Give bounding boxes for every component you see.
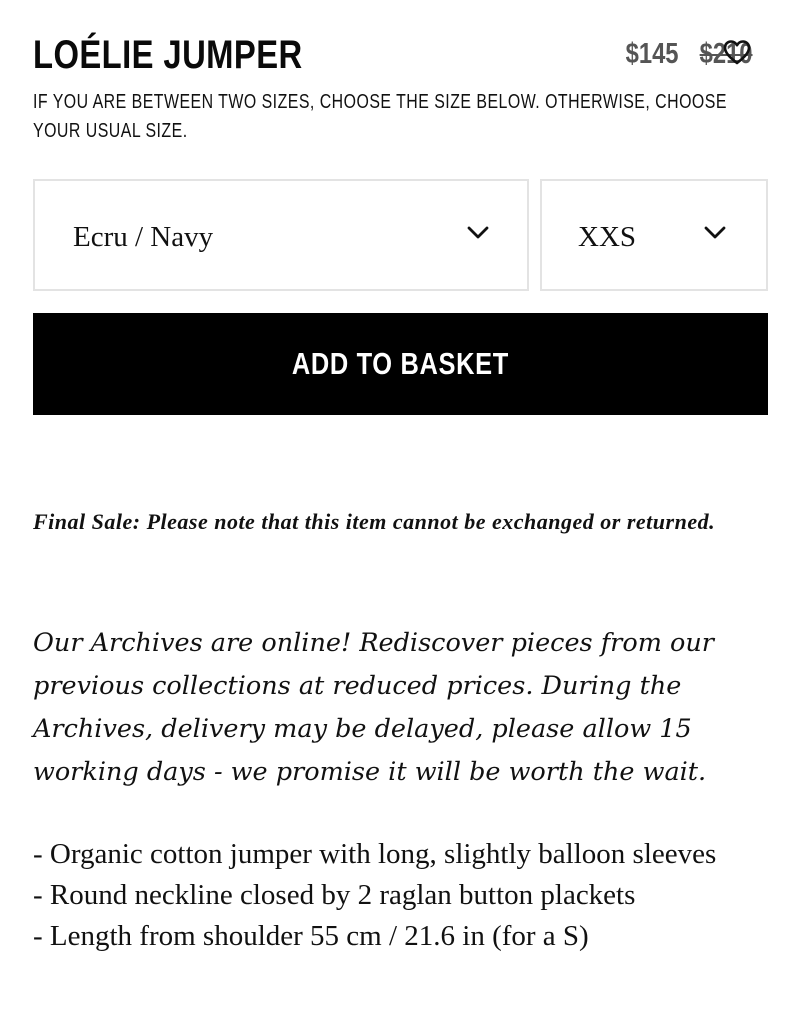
add-to-basket-button[interactable]: ADD TO BASKET <box>33 313 768 415</box>
size-select[interactable]: XXS <box>540 179 768 291</box>
product-title: LOÉLIE JUMPER <box>33 33 303 77</box>
final-sale-notice: Final Sale: Please note that this item c… <box>33 509 716 534</box>
color-select[interactable]: Ecru / Navy <box>33 179 529 291</box>
feature-item: - Organic cotton jumper with long, sligh… <box>33 838 717 870</box>
feature-item: - Length from shoulder 55 cm / 21.6 in (… <box>33 920 589 952</box>
feature-list: - Organic cotton jumper with long, sligh… <box>33 834 773 957</box>
heart-icon[interactable] <box>722 38 752 66</box>
chevron-down-icon <box>704 226 726 239</box>
chevron-down-icon <box>467 226 489 239</box>
size-select-value: XXS <box>578 221 637 253</box>
archives-description: Our Archives are online! Rediscover piec… <box>33 628 714 787</box>
size-guidance-note: IF YOU ARE BETWEEN TWO SIZES, CHOOSE THE… <box>33 91 727 142</box>
color-select-value: Ecru / Navy <box>73 221 214 253</box>
add-to-basket-label: ADD TO BASKET <box>291 346 510 381</box>
feature-item: - Round neckline closed by 2 raglan butt… <box>33 879 636 911</box>
current-price: $145 <box>625 37 679 70</box>
